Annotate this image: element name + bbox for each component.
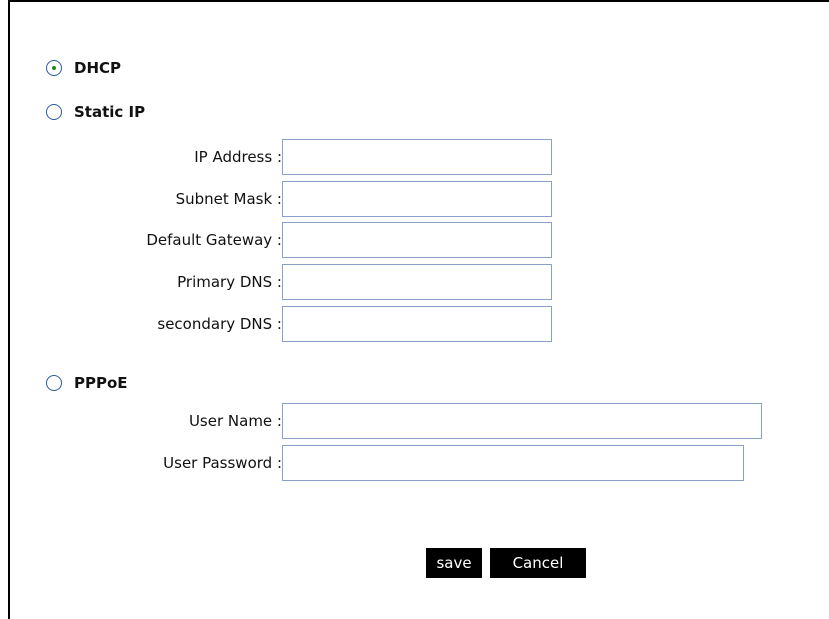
primary-dns-row: Primary DNS : bbox=[0, 264, 552, 300]
user-password-input[interactable] bbox=[282, 445, 744, 481]
default-gateway-input[interactable] bbox=[282, 222, 552, 258]
subnet-mask-input[interactable] bbox=[282, 181, 552, 217]
default-gateway-label: Default Gateway : bbox=[146, 231, 282, 249]
subnet-mask-label: Subnet Mask : bbox=[175, 190, 282, 208]
user-name-input[interactable] bbox=[282, 403, 762, 439]
dhcp-radio[interactable] bbox=[46, 60, 62, 76]
secondary-dns-row: secondary DNS : bbox=[0, 306, 552, 342]
pppoe-label: PPPoE bbox=[74, 374, 128, 392]
primary-dns-label: Primary DNS : bbox=[177, 273, 282, 291]
default-gateway-row: Default Gateway : bbox=[0, 222, 552, 258]
dhcp-option[interactable]: DHCP bbox=[46, 56, 121, 80]
user-name-row: User Name : bbox=[0, 403, 762, 439]
ip-address-input[interactable] bbox=[282, 139, 552, 175]
pppoe-option[interactable]: PPPoE bbox=[46, 371, 128, 395]
static-ip-radio[interactable] bbox=[46, 104, 62, 120]
primary-dns-input[interactable] bbox=[282, 264, 552, 300]
pppoe-radio[interactable] bbox=[46, 375, 62, 391]
user-password-row: User Password : bbox=[0, 445, 744, 481]
user-password-label: User Password : bbox=[163, 454, 282, 472]
static-ip-label: Static IP bbox=[74, 103, 146, 121]
ip-address-label: IP Address : bbox=[194, 148, 282, 166]
secondary-dns-input[interactable] bbox=[282, 306, 552, 342]
secondary-dns-label: secondary DNS : bbox=[157, 315, 282, 333]
ip-address-row: IP Address : bbox=[0, 139, 552, 175]
user-name-label: User Name : bbox=[188, 412, 282, 430]
subnet-mask-row: Subnet Mask : bbox=[0, 181, 552, 217]
save-button[interactable]: save bbox=[426, 548, 482, 578]
dhcp-label: DHCP bbox=[74, 59, 122, 77]
static-ip-option[interactable]: Static IP bbox=[46, 100, 145, 124]
cancel-button[interactable]: Cancel bbox=[490, 548, 586, 578]
